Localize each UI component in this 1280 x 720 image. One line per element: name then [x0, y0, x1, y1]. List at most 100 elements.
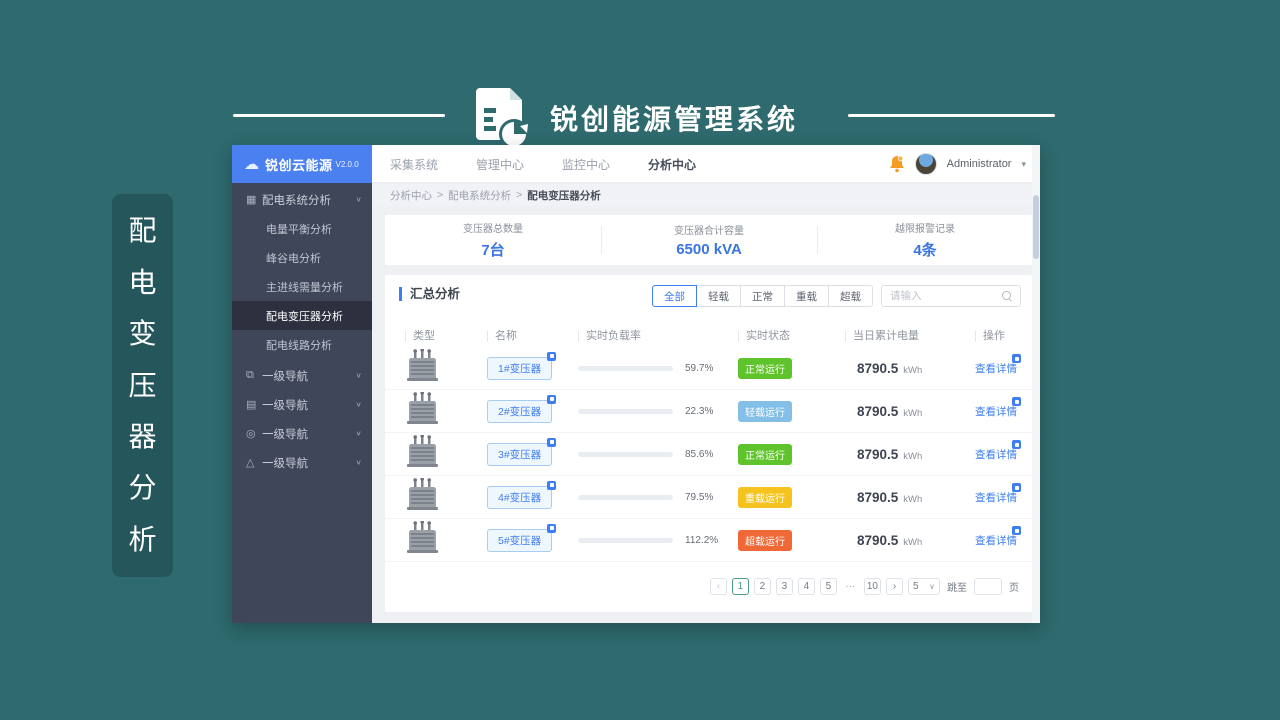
load-progress-bar: [578, 408, 673, 414]
search-icon[interactable]: [1002, 291, 1012, 301]
sidebar-subitem-energy-balance[interactable]: 电量平衡分析: [232, 214, 372, 243]
pagination: ‹ 1 2 3 4 5 ··· 10 › 5 ∨ 跳至 页: [709, 578, 1021, 595]
filter-normal-button[interactable]: 正常: [741, 285, 785, 307]
banner-char: 器: [128, 420, 157, 452]
sidebar-version: V2.0.0: [335, 159, 359, 169]
tab-analysis-center[interactable]: 分析中心: [648, 156, 696, 173]
tag-badge-icon: [547, 394, 557, 404]
banner-char: 分: [128, 472, 157, 504]
sidebar-item-nav-2[interactable]: ▤ 一级导航 ∨: [232, 390, 372, 419]
scrollbar-thumb[interactable]: [1033, 195, 1039, 259]
filter-heavy-load-button[interactable]: 重载: [785, 285, 829, 307]
load-progress-bar: [578, 365, 673, 371]
link-badge-icon: [1012, 440, 1021, 449]
breadcrumb: 分析中心 > 配电系统分析 > 配电变压器分析: [372, 184, 1040, 206]
slide-header: 锐创能源管理系统: [0, 40, 1280, 149]
chevron-down-icon: ∨: [355, 371, 362, 380]
energy-unit: kWh: [903, 364, 923, 376]
load-percent: 85.6%: [685, 448, 714, 460]
tag-badge-icon: [547, 480, 557, 490]
next-page-button[interactable]: ›: [886, 578, 903, 595]
chevron-down-icon: ∨: [355, 429, 362, 438]
search-input[interactable]: [890, 290, 998, 302]
status-badge: 轻载运行: [738, 400, 792, 422]
user-avatar[interactable]: [914, 153, 937, 175]
slide-title: 锐创能源管理系统: [550, 104, 799, 135]
chevron-down-icon: ∨: [929, 582, 935, 591]
stat-transformer-count: 变压器总数量 7台: [463, 224, 523, 259]
page-button-5[interactable]: 5: [819, 578, 837, 595]
filter-overload-button[interactable]: 超载: [829, 285, 873, 307]
sidebar-item-label: 配电系统分析: [262, 194, 331, 207]
search-box: [881, 285, 1021, 307]
transformer-image: [405, 519, 487, 560]
energy-unit: kWh: [903, 407, 923, 419]
warning-icon: △: [246, 457, 255, 469]
user-dropdown-caret-icon[interactable]: ▾: [1021, 159, 1026, 170]
energy-unit: kWh: [903, 536, 923, 548]
view-details-link[interactable]: 查看详情: [975, 449, 1017, 461]
banner-char: 变: [128, 318, 157, 350]
view-details-link[interactable]: 查看详情: [975, 363, 1017, 375]
banner-char: 电: [128, 266, 157, 298]
page-button-4[interactable]: 4: [797, 578, 815, 595]
filter-all-button[interactable]: 全部: [652, 285, 697, 307]
page-button-10[interactable]: 10: [863, 578, 881, 595]
sidebar-subitem-main-line-demand[interactable]: 主进线需量分析: [232, 272, 372, 301]
load-progress-bar: [578, 451, 673, 457]
app-screenshot: ☁ 锐创云能源 V2.0.0 ▦ 配电系统分析 ∨ 电量平衡分析 峰谷电分析 主…: [232, 145, 1040, 623]
table-row: 1#变压器 59.7% 正常运行 8790.5 kWh 查看详情: [385, 347, 1033, 390]
view-details-link[interactable]: 查看详情: [975, 492, 1017, 504]
table-header: 类型 名称 实时负载率 实时状态 当日累计电量 操作: [385, 327, 1033, 345]
stat-alarm-records: 越限报警记录 4条: [817, 215, 1033, 265]
tab-collection-system[interactable]: 采集系统: [390, 156, 438, 173]
sidebar-item-nav-3[interactable]: ◎ 一级导航 ∨: [232, 419, 372, 448]
transformer-image: [405, 347, 487, 388]
page-button-2[interactable]: 2: [753, 578, 771, 595]
username: Administrator: [946, 158, 1012, 170]
banner-char: 析: [128, 523, 157, 555]
sidebar-subitem-peak-valley[interactable]: 峰谷电分析: [232, 243, 372, 272]
view-details-link[interactable]: 查看详情: [975, 535, 1017, 547]
transformer-name-tag[interactable]: 5#变压器: [487, 528, 553, 552]
banner-char: 配: [128, 215, 157, 247]
sidebar-logo-text: 锐创云能源: [265, 157, 333, 173]
tab-monitoring-center[interactable]: 监控中心: [562, 156, 610, 173]
transformer-image: [405, 433, 487, 474]
chevron-down-icon: ∨: [355, 400, 362, 409]
transformer-name-tag[interactable]: 1#变压器: [487, 356, 553, 380]
jump-page-input[interactable]: [974, 578, 1002, 595]
view-details-link[interactable]: 查看详情: [975, 406, 1017, 418]
sidebar-item-nav-1[interactable]: ⧉ 一级导航 ∨: [232, 361, 372, 390]
energy-value: 8790.5: [857, 403, 899, 419]
transformer-name-tag[interactable]: 4#变压器: [487, 485, 553, 509]
tab-management-center[interactable]: 管理中心: [476, 156, 524, 173]
filter-group: 全部 轻载 正常 重载 超载: [652, 285, 873, 307]
page-button-3[interactable]: 3: [775, 578, 793, 595]
transformer-name-tag[interactable]: 2#变压器: [487, 399, 553, 423]
status-badge: 正常运行: [738, 443, 792, 465]
link-badge-icon: [1012, 526, 1021, 535]
sidebar-subitem-line-analysis[interactable]: 配电线路分析: [232, 330, 372, 359]
tag-badge-icon: [547, 437, 557, 447]
notification-bell-icon[interactable]: [889, 155, 905, 173]
page-size-select[interactable]: 5 ∨: [908, 578, 940, 595]
energy-value: 8790.5: [857, 446, 899, 462]
sidebar-item-nav-4[interactable]: △ 一级导航 ∨: [232, 448, 372, 477]
page-button-1[interactable]: 1: [731, 578, 749, 595]
transformer-name-tag[interactable]: 3#变压器: [487, 442, 553, 466]
app-scrollbar[interactable]: [1032, 145, 1040, 623]
link-badge-icon: [1012, 483, 1021, 492]
sidebar-subitem-transformer-analysis[interactable]: 配电变压器分析: [232, 301, 372, 330]
load-progress-bar: [578, 537, 673, 543]
table-row: 4#变压器 79.5% 重载运行 8790.5 kWh 查看详情: [385, 476, 1033, 519]
grid-icon: ▦: [246, 194, 257, 206]
load-percent: 79.5%: [685, 491, 714, 503]
jump-label: 跳至: [947, 583, 967, 594]
sidebar: ☁ 锐创云能源 V2.0.0 ▦ 配电系统分析 ∨ 电量平衡分析 峰谷电分析 主…: [232, 145, 372, 623]
status-badge: 超载运行: [738, 529, 792, 551]
sidebar-item-distribution-analysis[interactable]: ▦ 配电系统分析 ∨: [232, 185, 372, 214]
prev-page-button[interactable]: ‹: [709, 578, 727, 595]
filter-light-load-button[interactable]: 轻载: [697, 285, 741, 307]
banner-char: 压: [128, 369, 157, 401]
